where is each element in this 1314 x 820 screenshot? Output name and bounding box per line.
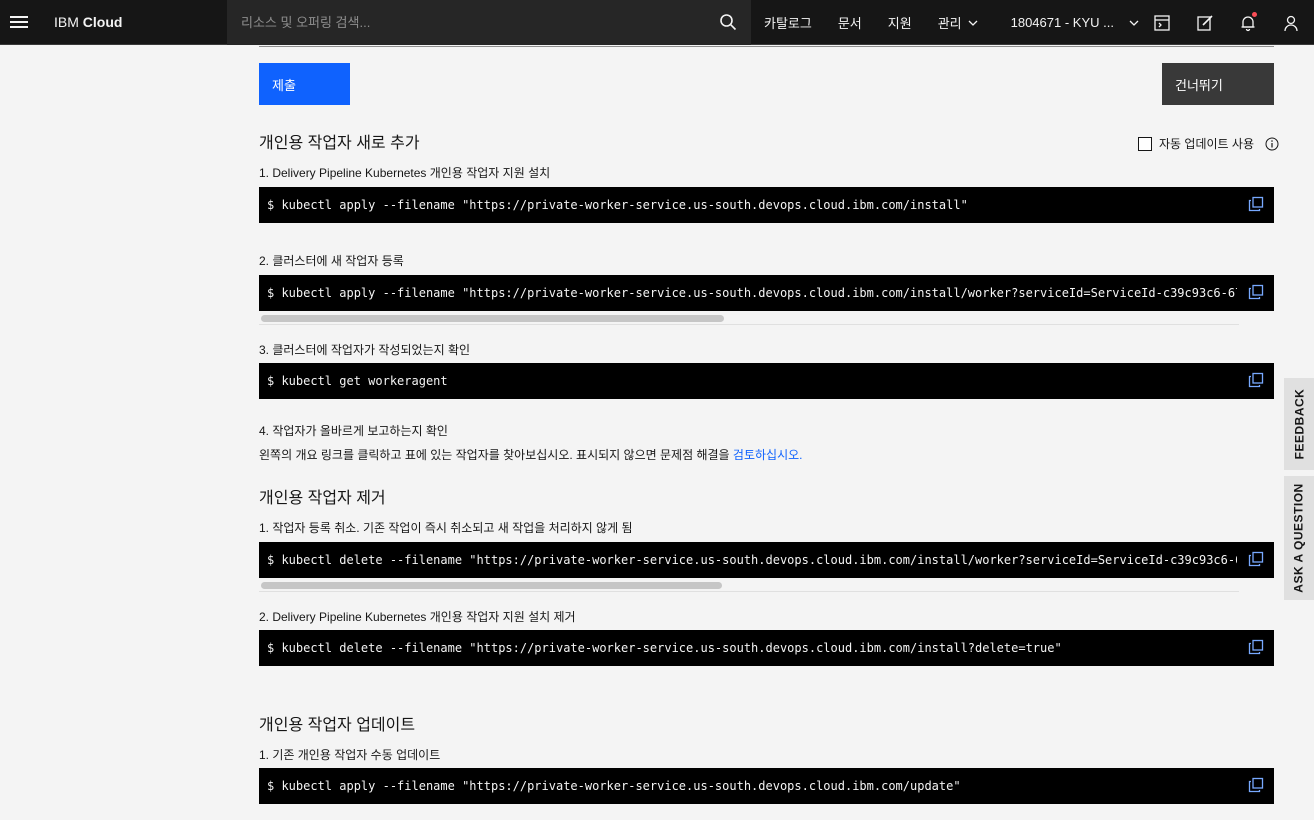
edit-icon[interactable] (1184, 0, 1227, 45)
update-worker-heading: 개인용 작업자 업데이트 (259, 717, 416, 734)
notification-icon[interactable] (1227, 0, 1270, 45)
remove-worker-heading: 개인용 작업자 제거 (259, 490, 386, 507)
feedback-tab[interactable]: FEEDBACK (1284, 378, 1314, 470)
copy-icon[interactable] (1248, 372, 1264, 388)
user-icon[interactable] (1270, 0, 1313, 45)
code-snippet[interactable]: $ kubectl apply --filename "https://priv… (259, 187, 1274, 223)
menu-icon[interactable] (0, 0, 38, 45)
copy-icon[interactable] (1248, 777, 1264, 793)
code-snippet[interactable]: $ kubectl get workeragent (259, 363, 1274, 399)
cost-estimator-icon[interactable] (1141, 0, 1184, 45)
nav-docs[interactable]: 문서 (825, 0, 875, 45)
add-step-3: 3. 클러스터에 작업자가 작성되었는지 확인 (259, 343, 471, 357)
nav-catalog[interactable]: 카탈로그 (751, 0, 825, 45)
scrollbar-thumb[interactable] (261, 582, 722, 589)
chevron-down-icon (1129, 20, 1139, 26)
search-icon[interactable] (719, 13, 737, 31)
code-snippet[interactable]: $ kubectl delete --filename "https://pri… (259, 542, 1274, 578)
update-step-1: 1. 기존 개인용 작업자 수동 업데이트 (259, 748, 441, 762)
notification-badge (1251, 12, 1257, 17)
code-snippet[interactable]: $ kubectl apply --filename "https://priv… (259, 768, 1274, 804)
skip-button[interactable]: 건너뛰기 (1162, 63, 1274, 105)
add-worker-heading: 개인용 작업자 새로 추가 (259, 135, 420, 152)
scrollbar-thumb[interactable] (261, 315, 724, 322)
add-step-4-description: 왼쪽의 개요 링크를 클릭하고 표에 있는 작업자를 찾아보십시오. 표시되지 … (259, 448, 803, 462)
checkbox[interactable] (1138, 136, 1152, 151)
add-step-2: 2. 클러스터에 새 작업자 등록 (259, 254, 404, 268)
remove-step-2: 2. Delivery Pipeline Kubernetes 개인용 작업자 … (259, 610, 576, 624)
auto-update-checkbox[interactable]: 자동 업데이트 사용 (1138, 135, 1254, 152)
code-snippet[interactable]: $ kubectl apply --filename "https://priv… (259, 275, 1274, 311)
ask-question-tab[interactable]: ASK A QUESTION (1284, 476, 1314, 600)
copy-icon[interactable] (1248, 639, 1264, 655)
chevron-down-icon (968, 20, 978, 26)
search-input[interactable] (227, 0, 697, 45)
horizontal-scrollbar[interactable] (259, 578, 1239, 592)
brand-logo[interactable]: IBM Cloud (54, 14, 226, 30)
code-snippet[interactable]: $ kubectl delete --filename "https://pri… (259, 630, 1274, 666)
divider (259, 46, 1274, 47)
nav-support[interactable]: 지원 (875, 0, 925, 45)
header-nav: 카탈로그 문서 지원 관리 1804671 - KYU ... (751, 0, 1313, 45)
search-bar (227, 0, 751, 45)
add-step-4: 4. 작업자가 올바르게 보고하는지 확인 (259, 424, 448, 438)
remove-step-1: 1. 작업자 등록 취소. 기존 작업이 즉시 취소되고 새 작업을 처리하지 … (259, 521, 633, 535)
top-navigation-bar: IBM Cloud 카탈로그 문서 지원 관리 1804671 - KYU ..… (0, 0, 1314, 45)
copy-icon[interactable] (1248, 284, 1264, 300)
horizontal-scrollbar[interactable] (259, 311, 1239, 325)
add-step-1: 1. Delivery Pipeline Kubernetes 개인용 작업자 … (259, 166, 551, 180)
troubleshoot-link[interactable]: 검토하십시오. (733, 448, 803, 462)
info-icon[interactable] (1265, 137, 1279, 151)
nav-manage[interactable]: 관리 (925, 0, 991, 45)
account-switcher[interactable]: 1804671 - KYU ... (991, 15, 1141, 30)
submit-button[interactable]: 제출 (259, 63, 350, 105)
copy-icon[interactable] (1248, 551, 1264, 567)
copy-icon[interactable] (1248, 196, 1264, 212)
